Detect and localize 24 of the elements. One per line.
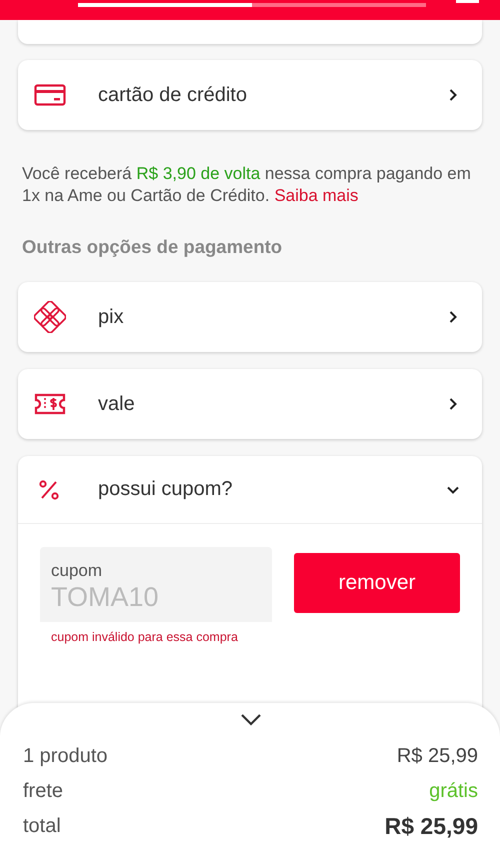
percent-icon: [38, 478, 60, 500]
learn-more-link[interactable]: Saiba mais: [274, 186, 358, 204]
payment-option[interactable]: pix: [18, 282, 482, 352]
remove-button[interactable]: remover: [294, 553, 460, 613]
section-heading: Outras opções de pagamento: [21, 236, 284, 258]
summary-label: total: [23, 815, 61, 838]
menu-icon[interactable]: [456, 0, 479, 6]
pix-icon: [34, 301, 66, 333]
cashback-note: Você receberá R$ 3,90 de volta nessa compra pagando em 1x na Ame ou Cartão de Crédito. Saiba mais: [21, 163, 472, 206]
summary-value: R$ 25,99: [384, 813, 478, 840]
coupon-toggle[interactable]: possui cupom?: [18, 456, 482, 524]
error-message: cupom inválido para essa compra: [51, 630, 239, 644]
payment-option[interactable]: cartão de crédito: [18, 60, 482, 130]
summary-label: frete: [23, 780, 64, 803]
summary-value: R$ 25,99: [396, 745, 478, 768]
field-label: cupom: [51, 561, 104, 581]
credit-card-icon: [34, 84, 66, 106]
payment-option[interactable]: vale: [18, 369, 482, 439]
ticket-icon: [34, 393, 66, 415]
chevron-down-icon[interactable]: [240, 713, 262, 727]
coupon-field[interactable]: cupom TOMA10: [40, 547, 272, 622]
field-value: TOMA10: [51, 582, 160, 613]
summary-value: grátis: [429, 780, 478, 803]
summary-label: 1 produto: [23, 745, 108, 768]
